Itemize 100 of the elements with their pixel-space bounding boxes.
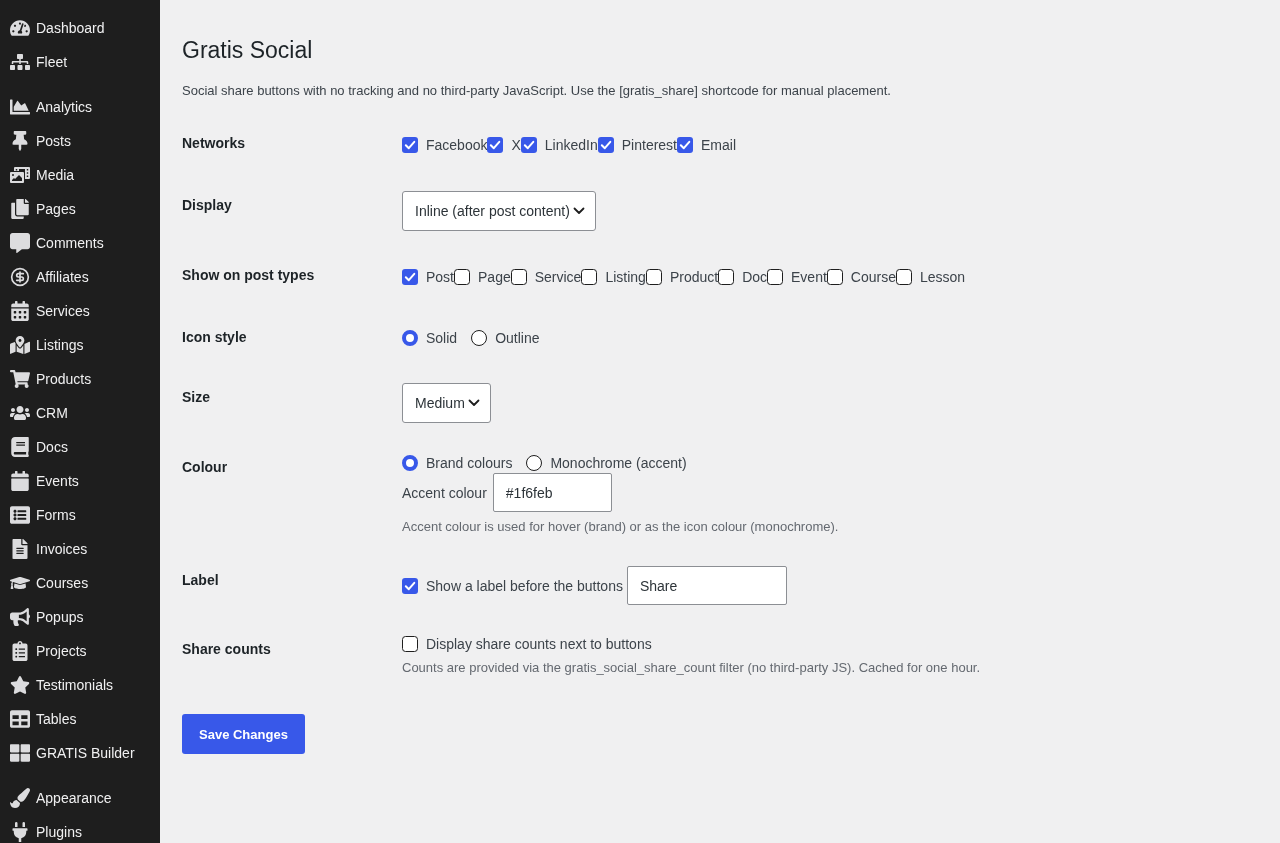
radio-button[interactable] <box>526 455 543 471</box>
sidebar-item[interactable]: Events <box>0 464 160 498</box>
checkbox[interactable] <box>402 137 418 153</box>
sidebar-item[interactable]: Dashboard <box>0 11 160 45</box>
sidebar-item[interactable]: Comments <box>0 226 160 260</box>
calendar-icon <box>10 301 30 321</box>
checkbox[interactable] <box>677 137 693 153</box>
sidebar-item[interactable]: Testimonials <box>0 668 160 702</box>
sidebar-item[interactable]: Popups <box>0 600 160 634</box>
checkbox[interactable] <box>718 269 735 285</box>
checkbox-label: Service <box>534 269 582 285</box>
checkbox[interactable] <box>454 269 470 285</box>
field-description: Counts are provided via the gratis_social_share_count filter (no third-party JS). Cached for one hour. <box>402 659 981 677</box>
sidebar-item[interactable]: Affiliates <box>0 260 160 294</box>
paintbrush-icon <box>10 788 30 808</box>
table-icon <box>10 709 30 729</box>
list-icon <box>10 505 30 525</box>
sidebar-item[interactable]: Listings <box>0 328 160 362</box>
chevron-down-icon <box>572 207 585 215</box>
sidebar-item[interactable]: GRATIS Builder <box>0 736 160 770</box>
checkbox[interactable] <box>520 137 537 153</box>
megaphone-icon <box>10 607 30 627</box>
sidebar-item[interactable]: Courses <box>0 566 160 600</box>
setting-label: Label <box>182 572 219 588</box>
checkbox-label: Facebook <box>426 137 488 153</box>
setting-label: Share counts <box>182 641 271 657</box>
book-icon <box>10 437 30 457</box>
radio-button[interactable] <box>471 330 488 346</box>
field-description: Accent colour is used for hover (brand) or as the icon colour (monochrome). <box>402 518 839 536</box>
setting-label: Icon style <box>182 329 247 345</box>
select-dropdown[interactable]: Medium <box>402 383 491 423</box>
setting-label: Display <box>182 197 232 213</box>
cart-icon <box>10 369 30 389</box>
sidebar-item[interactable]: Plugins <box>0 815 160 843</box>
sidebar-item[interactable]: Media <box>0 158 160 192</box>
people-icon <box>10 403 30 423</box>
speech-bubble-icon <box>10 233 30 253</box>
checkbox-label: Doc <box>742 269 768 285</box>
gauge-icon <box>10 18 30 38</box>
checkbox-label: X <box>511 137 521 153</box>
radio-label: Outline <box>495 330 540 346</box>
documents-icon <box>10 199 30 219</box>
star-icon <box>10 675 30 695</box>
map-marker-icon <box>10 335 30 355</box>
checkbox[interactable] <box>402 269 418 285</box>
sidebar-item[interactable]: Fleet <box>0 45 160 79</box>
radio-button[interactable] <box>402 455 418 471</box>
select-dropdown[interactable]: Inline (after post content) <box>402 191 596 231</box>
sitemap-icon <box>10 52 30 72</box>
sidebar-item[interactable]: Appearance <box>0 781 160 815</box>
checkbox-label: Lesson <box>920 269 966 285</box>
sidebar-item[interactable]: Posts <box>0 124 160 158</box>
checkbox-label: Course <box>850 269 896 285</box>
field-label: Accent colour <box>402 484 487 501</box>
sidebar-item[interactable]: Docs <box>0 430 160 464</box>
calendar-icon <box>10 471 30 491</box>
save-button[interactable]: Save Changes <box>182 714 305 754</box>
checkbox[interactable] <box>767 269 784 285</box>
sidebar-item[interactable]: Projects <box>0 634 160 668</box>
sidebar-item[interactable]: CRM <box>0 396 160 430</box>
checkbox[interactable] <box>510 269 527 285</box>
radio-label: Solid <box>426 330 458 346</box>
checkbox[interactable] <box>597 137 614 153</box>
photo-video-icon <box>10 165 30 185</box>
setting-label: Size <box>182 389 210 405</box>
checkbox[interactable] <box>402 577 418 594</box>
text-field[interactable]: #1f6feb <box>492 473 612 512</box>
sidebar-item[interactable]: Analytics <box>0 90 160 124</box>
checkbox[interactable] <box>402 636 418 652</box>
chevron-down-icon <box>467 399 480 407</box>
radio-label: Monochrome (accent) <box>550 455 687 471</box>
grid-icon <box>10 743 30 763</box>
page-description: Social share buttons with no tracking and no third-party JavaScript. Use the [gratis_share] shortcode for manual placement. <box>182 82 892 100</box>
checkbox[interactable] <box>896 269 912 285</box>
checkbox[interactable] <box>826 269 843 285</box>
sidebar-item[interactable]: Services <box>0 294 160 328</box>
sidebar-item[interactable]: Products <box>0 362 160 396</box>
checkbox-label: Pinterest <box>621 137 677 153</box>
checkbox[interactable] <box>645 269 662 285</box>
checkbox[interactable] <box>487 137 504 153</box>
checkbox-label: Email <box>701 137 737 153</box>
setting-label: Networks <box>182 135 246 151</box>
radio-button[interactable] <box>402 330 418 346</box>
checkbox-label: Listing <box>605 269 646 285</box>
checkbox[interactable] <box>581 269 598 285</box>
area-chart-icon <box>10 97 30 117</box>
sidebar-item[interactable]: Tables <box>0 702 160 736</box>
text-field[interactable]: Share <box>626 566 787 605</box>
checkbox-label: LinkedIn <box>544 137 598 153</box>
setting-label: Colour <box>182 459 228 475</box>
dollar-circle-icon <box>10 267 30 287</box>
clipboard-icon <box>10 641 30 661</box>
radio-label: Brand colours <box>426 455 513 471</box>
checkbox-label: Post <box>426 269 454 285</box>
sidebar-item[interactable]: Forms <box>0 498 160 532</box>
document-icon <box>10 539 30 559</box>
plug-icon <box>10 822 30 842</box>
checkbox-label: Show a label before the buttons <box>426 577 623 594</box>
sidebar-item[interactable]: Pages <box>0 192 160 226</box>
sidebar-item[interactable]: Invoices <box>0 532 160 566</box>
